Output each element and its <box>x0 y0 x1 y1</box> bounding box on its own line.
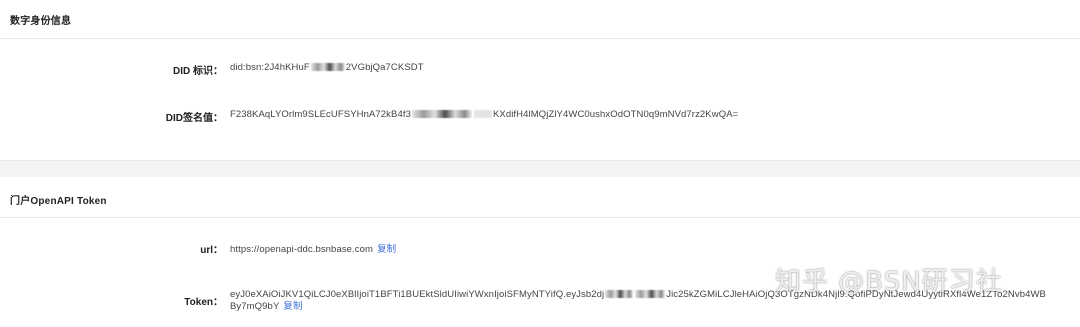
token-line-2-text: By7mQ9bY <box>230 301 280 312</box>
did-signature-end: KXdifH4lMQjZlY4WC0ushxOdOTN0q9mNVd7rz2Kw… <box>492 109 739 120</box>
url-value-wrap: https://openapi-ddc.bsnbase.com 复制 <box>230 241 396 255</box>
did-value: did:bsn:2J4hKHuF 2VGbjQa7CKSDT <box>230 62 424 73</box>
did-label: DID 标识： <box>173 66 223 77</box>
token-label: Token： <box>184 297 223 308</box>
did-value-start: did:bsn:2J4hKHuF <box>230 62 310 73</box>
watermark: 知乎 @BSN研习社 <box>775 267 1003 297</box>
openapi-token-title: 门户OpenAPI Token <box>10 196 107 207</box>
url-label: url： <box>200 245 223 256</box>
redaction-blur <box>605 290 634 299</box>
did-info-title: 数字身份信息 <box>10 16 72 27</box>
did-signature-value: F238KAqLYOrlm9SLEcUFSYHnA72kB4f3 KXdifH4l… <box>230 109 738 120</box>
redaction-blur <box>635 290 666 299</box>
did-value-end: 2VGbjQa7CKSDT <box>345 62 424 73</box>
redaction-blur <box>473 110 492 119</box>
did-signature-label: DID签名值： <box>165 113 223 124</box>
redaction-blur <box>411 110 472 119</box>
token-start: eyJ0eXAiOiJKV1QiLCJ0eXBlIjoiT1BFTi1BUEkt… <box>230 289 605 300</box>
copy-token-link[interactable]: 复制 <box>283 301 302 312</box>
openapi-token-card: 门户OpenAPI Token url： https://openapi-ddc… <box>0 177 1080 327</box>
url-value: https://openapi-ddc.bsnbase.com <box>230 244 374 255</box>
token-line-2: By7mQ9bY 复制 <box>230 301 1046 313</box>
did-signature-start: F238KAqLYOrlm9SLEcUFSYHnA72kB4f3 <box>230 109 411 120</box>
did-info-card: 数字身份信息 DID 标识： did:bsn:2J4hKHuF 2VGbjQa7C… <box>0 0 1080 160</box>
redaction-blur <box>310 63 345 72</box>
copy-url-link[interactable]: 复制 <box>377 244 396 255</box>
did-info-header: 数字身份信息 <box>0 0 1080 39</box>
openapi-token-header: 门户OpenAPI Token <box>0 177 1080 218</box>
section-divider <box>0 160 1080 178</box>
